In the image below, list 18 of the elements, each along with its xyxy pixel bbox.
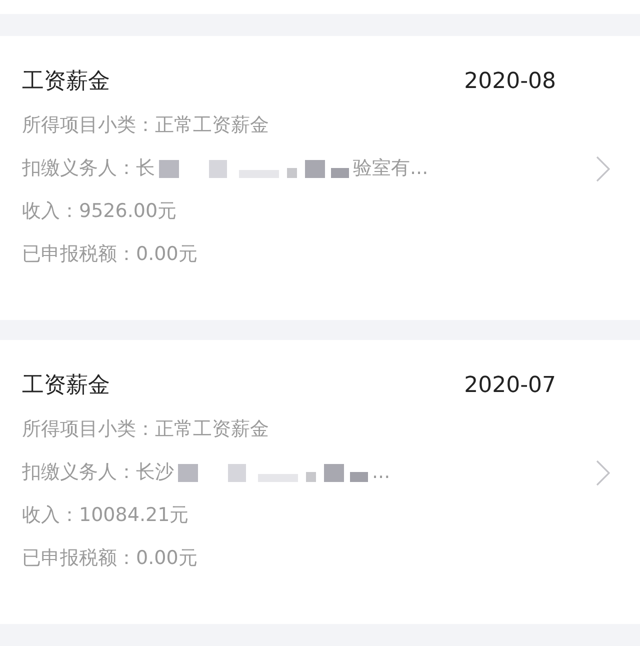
subcategory-text: 所得项目小类：正常工资薪金 bbox=[22, 417, 269, 442]
declared-tax: 已申报税额：0.00元 bbox=[22, 242, 198, 267]
payer-name-end: 验室有... bbox=[353, 156, 428, 181]
period-date: 2020-08 bbox=[464, 68, 556, 94]
income-type: 工资薪金 bbox=[22, 68, 110, 96]
period-date: 2020-07 bbox=[464, 372, 556, 398]
payer-label: 扣缴义务人：长沙 bbox=[22, 460, 174, 485]
declared-tax: 已申报税额：0.00元 bbox=[22, 546, 198, 571]
record-card[interactable]: 工资薪金 2020-07 所得项目小类：正常工资薪金 扣缴义务人：长沙 ... 收入：10084.21元 已申报税额：0.00元 bbox=[0, 340, 640, 624]
chevron-right-icon bbox=[596, 460, 610, 486]
income-amount: 收入：10084.21元 bbox=[22, 503, 189, 528]
record-card[interactable]: 工资薪金 2020-08 所得项目小类：正常工资薪金 扣缴义务人：长 验室有... 收入：9526.00元 已申报税额：0.00元 bbox=[0, 36, 640, 320]
chevron-right-icon bbox=[596, 156, 610, 182]
income-amount: 收入：9526.00元 bbox=[22, 199, 177, 224]
income-type: 工资薪金 bbox=[22, 372, 110, 400]
payer-name-end: ... bbox=[372, 460, 390, 485]
payer-label: 扣缴义务人：长 bbox=[22, 156, 155, 181]
subcategory-text: 所得项目小类：正常工资薪金 bbox=[22, 113, 269, 138]
